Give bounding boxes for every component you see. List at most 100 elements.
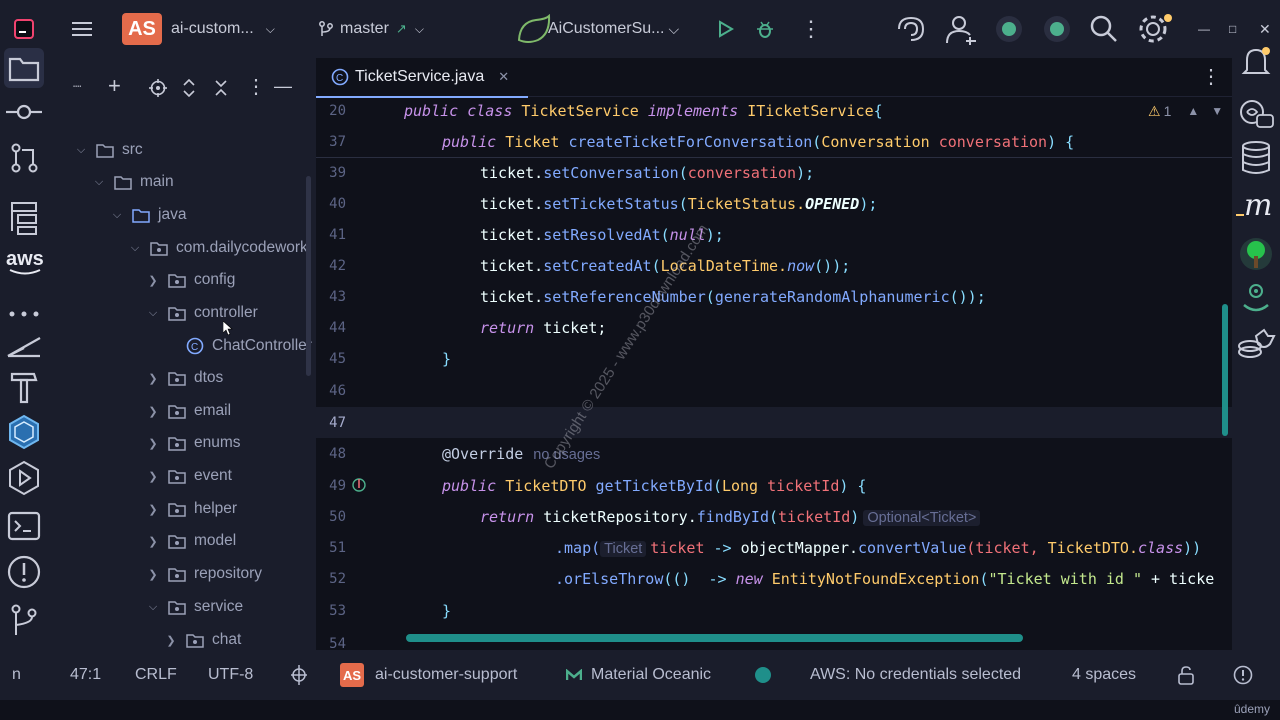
status-dot-icon[interactable] xyxy=(994,0,1024,58)
project-status[interactable]: AS ai-customer-support xyxy=(340,650,517,700)
tree-item-model[interactable]: ❯ model xyxy=(146,525,236,557)
code-token: ticket. xyxy=(480,225,544,244)
services-run-icon[interactable] xyxy=(4,460,44,496)
code-token: setTicketStatus xyxy=(543,194,679,213)
tree-item-src[interactable]: ⌵ src xyxy=(74,134,143,166)
close-tab-icon[interactable]: ✕ xyxy=(498,69,509,85)
file-encoding[interactable]: UTF-8 xyxy=(208,650,253,700)
run-configuration-icon[interactable] xyxy=(291,650,307,700)
code-line[interactable]: 40 ticket.setTicketStatus(TicketStatus.O… xyxy=(316,188,1232,219)
implements-gutter-icon[interactable] xyxy=(352,477,366,493)
ai-plugin-icon[interactable] xyxy=(4,414,44,450)
indent-setting[interactable]: 4 spaces xyxy=(1072,650,1136,700)
database-icon[interactable] xyxy=(1236,138,1276,178)
code-line[interactable]: 20 public class TicketService implements… xyxy=(316,95,1232,126)
search-icon[interactable] xyxy=(1089,0,1119,58)
expand-all-icon[interactable] xyxy=(182,79,196,97)
horizontal-scrollbar[interactable] xyxy=(406,634,1023,642)
line-separator[interactable]: CRLF xyxy=(135,650,177,700)
caret-position[interactable]: 47:1 xyxy=(70,650,101,700)
code-line[interactable]: 46 xyxy=(316,375,1232,406)
mouse-cursor-icon xyxy=(222,320,233,340)
spring-icon[interactable] xyxy=(1236,278,1276,318)
vertical-scrollbar[interactable] xyxy=(1222,304,1228,436)
code-line[interactable]: 44 return ticket; xyxy=(316,312,1232,343)
new-file-icon[interactable]: + xyxy=(108,73,121,99)
tree-item-repository[interactable]: ❯ repository xyxy=(146,558,262,590)
code-line[interactable]: 53 } xyxy=(316,595,1232,626)
docker-icon[interactable] xyxy=(1236,326,1276,366)
more-tools-icon[interactable] xyxy=(4,296,44,332)
run-icon xyxy=(719,20,734,38)
aws-connection[interactable]: AWS: No credentials selected xyxy=(810,650,1021,700)
tree-item-package-root[interactable]: ⌵ com.dailycodework xyxy=(128,232,308,264)
code-line[interactable]: 41 ticket.setResolvedAt(null); xyxy=(316,219,1232,250)
pull-requests-icon[interactable] xyxy=(4,140,44,176)
code-line[interactable]: 45 } xyxy=(316,343,1232,374)
options-kebab-icon[interactable]: ⋮ xyxy=(246,74,266,99)
maven-icon[interactable]: m xyxy=(1236,186,1276,226)
status-dot-icon[interactable] xyxy=(1042,0,1072,58)
endpoints-icon[interactable] xyxy=(4,328,44,364)
tree-item-java[interactable]: ⌵ java xyxy=(110,199,187,231)
code-token: ) { xyxy=(1047,132,1075,151)
tree-item-dtos[interactable]: ❯ dtos xyxy=(146,362,223,394)
hide-panel-icon[interactable]: — xyxy=(274,76,292,97)
git-icon[interactable] xyxy=(4,602,44,638)
tree-item-config[interactable]: ❯ config xyxy=(146,264,235,296)
theme-switcher[interactable]: Material Oceanic xyxy=(566,650,711,700)
tree-item-helper[interactable]: ❯ helper xyxy=(146,493,237,525)
status-indicator-icon[interactable] xyxy=(754,650,772,700)
project-scrollbar[interactable] xyxy=(306,176,311,376)
minimize-icon[interactable]: — xyxy=(1198,0,1210,58)
terminal-icon[interactable] xyxy=(4,508,44,544)
debug-button[interactable] xyxy=(755,0,775,58)
ai-chat-icon[interactable] xyxy=(1236,94,1276,134)
tree-item-main[interactable]: ⌵ main xyxy=(92,166,174,198)
lock-icon[interactable] xyxy=(1177,650,1195,700)
tree-item-enums[interactable]: ❯ enums xyxy=(146,427,240,459)
inspection-widget[interactable]: ⚠ 1 ▲ ▼ xyxy=(1148,100,1223,122)
java-class-icon: C xyxy=(331,68,349,86)
code-line[interactable]: 42 ticket.setCreatedAt(LocalDateTime.now… xyxy=(316,250,1232,281)
project-folder-icon[interactable] xyxy=(4,48,44,88)
settings-gear-icon[interactable] xyxy=(1137,0,1173,58)
tab-ticket-service[interactable]: C TicketService.java ✕ xyxy=(316,58,528,98)
locate-icon[interactable] xyxy=(149,79,167,97)
code-line[interactable]: 39 ticket.setConversation(conversation); xyxy=(316,157,1232,188)
alert-info-icon[interactable] xyxy=(1233,650,1253,700)
structure-icon[interactable] xyxy=(4,200,44,236)
tree-item-service[interactable]: ⌵ service xyxy=(146,591,243,623)
build-hammer-icon[interactable] xyxy=(4,368,44,404)
previous-highlight-icon[interactable]: ▲ xyxy=(1187,104,1199,118)
code-line[interactable]: 48 @Override no usages xyxy=(316,438,1232,469)
tree-item-event[interactable]: ❯ event xyxy=(146,460,232,492)
tree-item-controller[interactable]: ⌵ controller xyxy=(146,297,258,329)
collapse-all-icon[interactable] xyxy=(214,79,228,97)
commit-icon[interactable] xyxy=(4,94,44,130)
add-user-icon[interactable] xyxy=(942,0,980,58)
run-button[interactable] xyxy=(716,0,734,58)
code-line[interactable]: 37 public Ticket createTicketForConversa… xyxy=(316,126,1232,157)
code-line[interactable]: 51 .map(Ticket ticket -> objectMapper.con… xyxy=(316,532,1232,563)
tree-item-chat[interactable]: ❯ chat xyxy=(164,624,241,650)
main-menu-icon[interactable] xyxy=(70,0,94,58)
problems-icon[interactable] xyxy=(4,554,44,590)
code-line[interactable]: 50 return ticketRepository.findById(tick… xyxy=(316,501,1232,532)
notifications-bell-icon[interactable] xyxy=(1236,42,1276,82)
project-widget[interactable]: AS ai-custom... ⌵ xyxy=(122,0,275,58)
ai-assistant-icon[interactable] xyxy=(893,0,929,58)
code-line[interactable]: 47 xyxy=(316,407,1232,438)
tree-item-email[interactable]: ❯ email xyxy=(146,395,231,427)
branch-widget[interactable]: master ↗ ⌵ xyxy=(318,0,424,58)
code-line[interactable]: 52 .orElseThrow(() -> new EntityNotFound… xyxy=(316,563,1232,594)
run-config-widget[interactable]: AiCustomerSu... ⌵ xyxy=(516,0,679,58)
tree-item-chat-controller[interactable]: C ChatController xyxy=(186,330,312,362)
next-highlight-icon[interactable]: ▼ xyxy=(1211,104,1223,118)
more-actions-icon[interactable]: ⋮ xyxy=(800,0,822,58)
code-line[interactable]: 43 ticket.setReferenceNumber(generateRan… xyxy=(316,281,1232,312)
tree-plugin-icon[interactable] xyxy=(1236,234,1276,274)
code-line[interactable]: 49 public TicketDTO getTicketById(Long t… xyxy=(316,470,1232,501)
aws-toolkit-icon[interactable]: aws xyxy=(4,244,44,280)
tab-options-kebab-icon[interactable]: ⋮ xyxy=(1201,64,1221,89)
